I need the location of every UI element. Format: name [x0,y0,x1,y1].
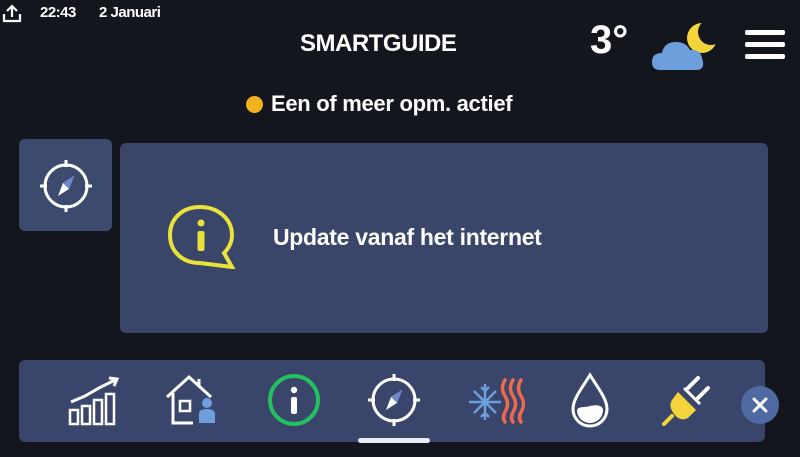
nav-power[interactable] [655,367,725,433]
power-plug-icon [662,376,710,426]
close-icon [752,397,768,413]
close-button[interactable] [741,386,779,424]
nav-water[interactable] [555,367,625,433]
nav-climate[interactable] [461,367,531,433]
alert-status-dot [246,95,263,113]
hamburger-menu-icon[interactable] [745,30,785,68]
compass-icon [40,160,92,212]
app-title: SMARTGUIDE [300,30,457,57]
outdoor-temperature: 3° [590,18,629,62]
alert-text: Een of meer opm. actief [271,91,513,116]
share-icon [2,4,22,23]
water-drop-icon [571,372,609,428]
guide-compass-button[interactable] [19,139,112,231]
info-icon [268,374,320,426]
statistics-icon [68,376,120,426]
alert-banner[interactable]: Een of meer opm. actief [246,90,513,118]
cloudy-night-icon [652,19,724,70]
info-card[interactable]: Update vanaf het internet [120,143,768,333]
nav-house[interactable] [157,367,227,433]
scroll-indicator [358,438,430,443]
nav-guide[interactable] [359,367,429,433]
date-label: 2 Januari [99,4,161,21]
nav-statistics[interactable] [61,367,131,433]
info-card-text: Update vanaf het internet [273,224,542,250]
nav-info[interactable] [259,367,329,433]
house-person-icon [165,374,215,425]
info-speech-bubble-icon [167,204,236,269]
compass-icon [368,374,420,426]
heat-cool-icon [469,378,525,424]
bottom-navigation [19,360,765,442]
clock-time: 22:43 [40,4,76,21]
